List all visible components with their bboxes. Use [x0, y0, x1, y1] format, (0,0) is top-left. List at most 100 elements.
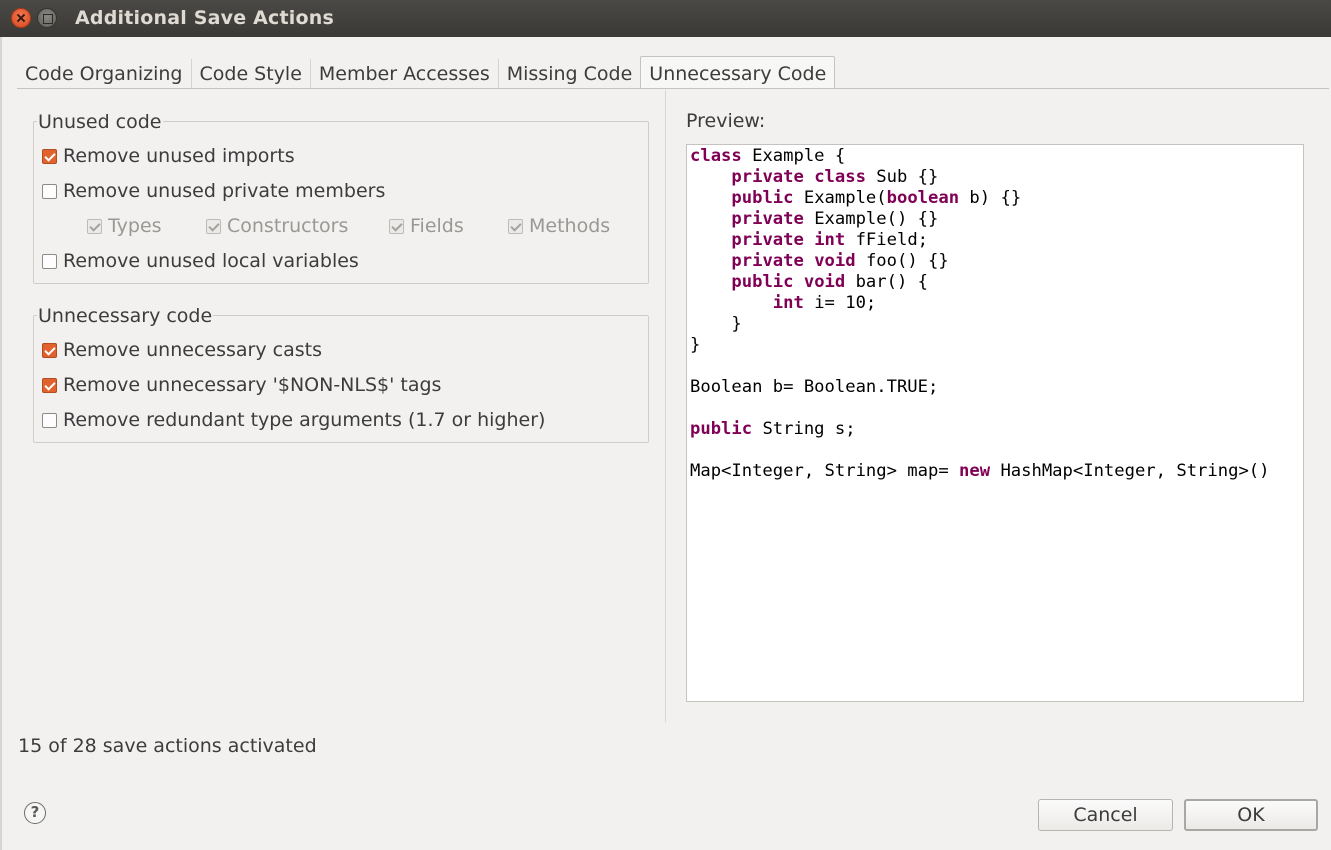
code-line: private Example() {}	[690, 209, 1269, 230]
methods-option[interactable]: Methods	[508, 215, 610, 237]
remove-unused-local-variables-label: Remove unused local variables	[63, 250, 359, 272]
close-icon[interactable]	[11, 8, 31, 28]
code-line: private class Sub {}	[690, 167, 1269, 188]
code-keyword: boolean	[886, 188, 960, 208]
code-text: HashMap<Integer, String>()	[990, 461, 1270, 481]
code-text: i= 10;	[803, 293, 877, 313]
tab-missing-code[interactable]: Missing Code	[497, 59, 641, 89]
code-text: Sub {}	[865, 167, 939, 187]
fields-label: Fields	[410, 215, 464, 237]
code-text: Example() {}	[803, 209, 939, 229]
types-option[interactable]: Types	[87, 215, 162, 237]
remove-unused-local-variables-checkbox[interactable]	[42, 253, 57, 269]
code-text: bar() {	[845, 272, 929, 292]
code-keyword: private int	[731, 230, 846, 250]
code-keyword: new	[959, 461, 991, 481]
code-line: Map<Integer, String> map= new HashMap<In…	[690, 461, 1269, 482]
remove-unused-local-variables-option[interactable]: Remove unused local variables	[42, 250, 359, 272]
code-line: }	[690, 314, 1269, 335]
remove-redundant-type-arguments-checkbox[interactable]	[42, 412, 57, 428]
status-text: 15 of 28 save actions activated	[18, 735, 317, 757]
preview-label: Preview:	[686, 110, 766, 132]
code-keyword: int	[772, 293, 804, 313]
code-line: private int fField;	[690, 230, 1269, 251]
code-text: Map<Integer, String> map=	[690, 461, 960, 481]
left-edge	[0, 37, 2, 850]
tab-unnecessary-code[interactable]: Unnecessary Code	[640, 56, 836, 89]
remove-unused-imports-option[interactable]: Remove unused imports	[42, 145, 295, 167]
fields-checkbox[interactable]	[389, 218, 404, 234]
remove-unused-private-members-label: Remove unused private members	[63, 180, 386, 202]
code-text: Example(	[793, 188, 887, 208]
title-bar: Additional Save Actions	[0, 0, 1331, 37]
remove-redundant-type-arguments-label: Remove redundant type arguments (1.7 or …	[63, 409, 546, 431]
code-text: foo() {}	[855, 251, 949, 271]
panel-divider	[665, 90, 666, 722]
remove-unused-imports-label: Remove unused imports	[63, 145, 295, 167]
preview-pane[interactable]: class Example { private class Sub {} pub…	[686, 144, 1304, 702]
tab-member-accesses[interactable]: Member Accesses	[309, 59, 498, 89]
code-text: fField;	[845, 230, 929, 250]
remove-nls-tags-checkbox[interactable]	[42, 377, 57, 393]
tab-code-style[interactable]: Code Style	[190, 59, 310, 89]
remove-unnecessary-casts-option[interactable]: Remove unnecessary casts	[42, 339, 322, 361]
help-icon[interactable]: ?	[24, 802, 46, 824]
code-text: Boolean b= Boolean.TRUE;	[690, 377, 939, 397]
ok-button[interactable]: OK	[1184, 799, 1318, 831]
code-line: Boolean b= Boolean.TRUE;	[690, 377, 1269, 398]
unnecessary-code-title: Unnecessary code	[37, 305, 214, 327]
types-label: Types	[108, 215, 162, 237]
cancel-button[interactable]: Cancel	[1038, 799, 1173, 831]
preview-code: class Example { private class Sub {} pub…	[690, 146, 1269, 482]
maximize-icon[interactable]	[37, 8, 57, 28]
constructors-label: Constructors	[227, 215, 349, 237]
code-keyword: private	[731, 209, 804, 229]
fields-option[interactable]: Fields	[389, 215, 464, 237]
tab-bar: Code Organizing Code Style Member Access…	[17, 56, 836, 89]
code-text: Example {	[741, 146, 846, 166]
constructors-option[interactable]: Constructors	[206, 215, 348, 237]
code-line: }	[690, 335, 1269, 356]
remove-nls-tags-option[interactable]: Remove unnecessary '$NON-NLS$' tags	[42, 374, 441, 396]
remove-unused-private-members-option[interactable]: Remove unused private members	[42, 180, 385, 202]
tabs-divider	[17, 88, 1329, 89]
methods-label: Methods	[529, 215, 611, 237]
constructors-checkbox[interactable]	[206, 218, 221, 234]
code-keyword: public	[731, 188, 794, 208]
unused-code-title: Unused code	[37, 111, 163, 133]
code-line: private void foo() {}	[690, 251, 1269, 272]
code-line: public void bar() {	[690, 272, 1269, 293]
remove-nls-tags-label: Remove unnecessary '$NON-NLS$' tags	[63, 374, 442, 396]
code-text: }	[690, 314, 742, 334]
code-line: public Example(boolean b) {}	[690, 188, 1269, 209]
tab-code-organizing[interactable]: Code Organizing	[17, 59, 191, 89]
remove-unnecessary-casts-label: Remove unnecessary casts	[63, 339, 322, 361]
remove-redundant-type-arguments-option[interactable]: Remove redundant type arguments (1.7 or …	[42, 409, 545, 431]
code-keyword: public	[690, 419, 753, 439]
remove-unused-private-members-checkbox[interactable]	[42, 183, 57, 199]
methods-checkbox[interactable]	[508, 218, 523, 234]
code-line: public String s;	[690, 419, 1269, 440]
code-text: }	[690, 335, 701, 355]
code-text: b) {}	[959, 188, 1022, 208]
remove-unused-imports-checkbox[interactable]	[42, 148, 57, 164]
remove-unnecessary-casts-checkbox[interactable]	[42, 342, 57, 358]
code-keyword: class	[690, 146, 742, 166]
code-line: class Example {	[690, 146, 1269, 167]
code-keyword: private void	[731, 251, 856, 271]
code-line: int i= 10;	[690, 293, 1269, 314]
window-title: Additional Save Actions	[75, 7, 334, 29]
types-checkbox[interactable]	[87, 218, 102, 234]
code-keyword: private class	[731, 167, 866, 187]
code-keyword: public void	[731, 272, 846, 292]
